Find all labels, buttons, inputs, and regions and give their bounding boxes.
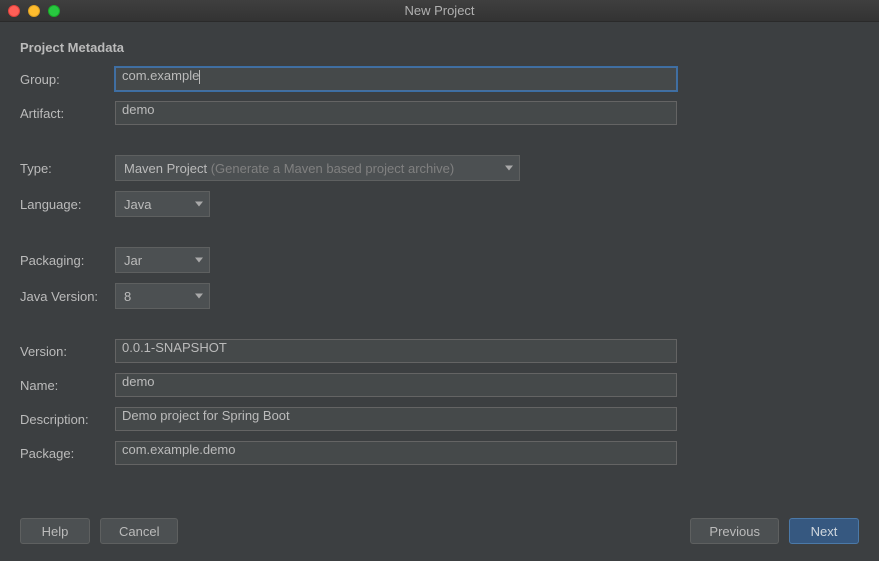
section-header: Project Metadata: [20, 40, 859, 55]
label-language: Language:: [20, 197, 115, 212]
minimize-icon[interactable]: [28, 5, 40, 17]
label-packaging: Packaging:: [20, 253, 115, 268]
close-icon[interactable]: [8, 5, 20, 17]
label-package: Package:: [20, 446, 115, 461]
version-input[interactable]: 0.0.1-SNAPSHOT: [115, 339, 677, 363]
cancel-button[interactable]: Cancel: [100, 518, 178, 544]
name-input[interactable]: demo: [115, 373, 677, 397]
java-version-select[interactable]: 8: [115, 283, 210, 309]
artifact-input-value: demo: [122, 102, 155, 117]
type-select-hint: (Generate a Maven based project archive): [211, 161, 455, 176]
spacer: [20, 135, 859, 145]
name-input-value: demo: [122, 374, 155, 389]
label-java-version: Java Version:: [20, 289, 115, 304]
package-input[interactable]: com.example.demo: [115, 441, 677, 465]
language-select[interactable]: Java: [115, 191, 210, 217]
previous-button[interactable]: Previous: [690, 518, 779, 544]
window-controls: [8, 0, 60, 21]
label-version: Version:: [20, 344, 115, 359]
label-artifact: Artifact:: [20, 106, 115, 121]
label-group: Group:: [20, 72, 115, 87]
next-button[interactable]: Next: [789, 518, 859, 544]
footer: Help Cancel Previous Next: [0, 515, 879, 561]
chevron-down-icon: [195, 202, 203, 207]
type-select[interactable]: Maven Project (Generate a Maven based pr…: [115, 155, 520, 181]
artifact-input[interactable]: demo: [115, 101, 677, 125]
type-select-value: Maven Project: [124, 161, 207, 176]
language-select-value: Java: [124, 197, 151, 212]
spacer: [20, 227, 859, 237]
chevron-down-icon: [195, 294, 203, 299]
group-input-value: com.example: [122, 68, 199, 83]
form: Group: com.example Artifact: demo Type: …: [20, 67, 859, 465]
java-version-select-value: 8: [124, 289, 131, 304]
label-description: Description:: [20, 412, 115, 427]
description-input[interactable]: Demo project for Spring Boot: [115, 407, 677, 431]
packaging-select-value: Jar: [124, 253, 142, 268]
chevron-down-icon: [505, 166, 513, 171]
window-title: New Project: [0, 3, 879, 18]
help-button[interactable]: Help: [20, 518, 90, 544]
version-input-value: 0.0.1-SNAPSHOT: [122, 340, 227, 355]
description-input-value: Demo project for Spring Boot: [122, 408, 290, 423]
label-type: Type:: [20, 161, 115, 176]
content-area: Project Metadata Group: com.example Arti…: [0, 22, 879, 465]
spacer: [20, 319, 859, 329]
package-input-value: com.example.demo: [122, 442, 235, 457]
maximize-icon[interactable]: [48, 5, 60, 17]
packaging-select[interactable]: Jar: [115, 247, 210, 273]
text-caret: [199, 70, 200, 84]
chevron-down-icon: [195, 258, 203, 263]
group-input[interactable]: com.example: [115, 67, 677, 91]
label-name: Name:: [20, 378, 115, 393]
titlebar: New Project: [0, 0, 879, 22]
